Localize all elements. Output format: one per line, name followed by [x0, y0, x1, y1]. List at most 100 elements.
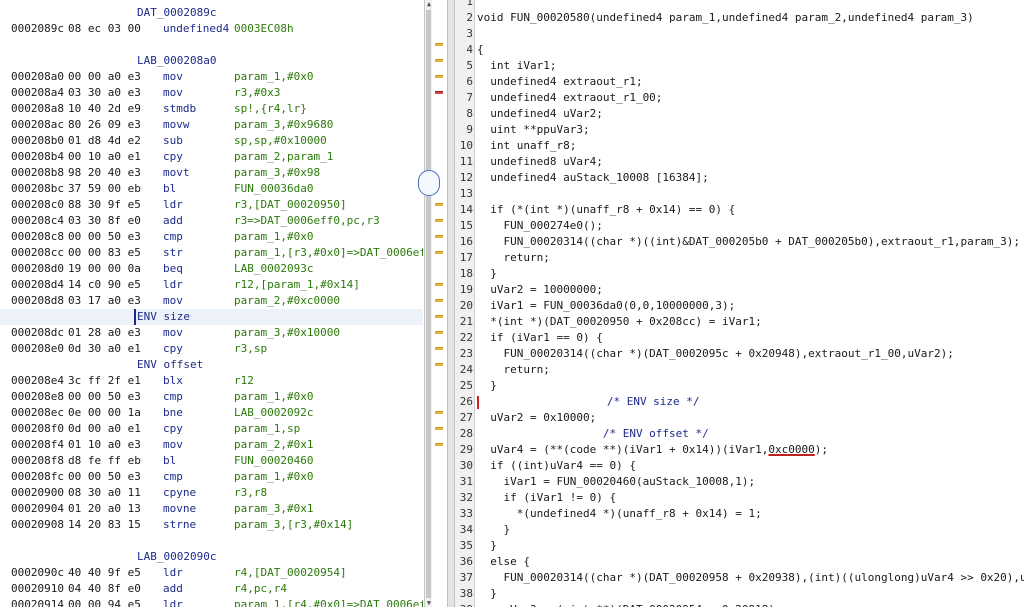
- instruction-mnemonic[interactable]: bl: [163, 181, 176, 197]
- code-text[interactable]: ppuVar3 = (uint **)(DAT_00020954 + 0x209…: [477, 602, 781, 607]
- code-text[interactable]: }: [477, 538, 497, 554]
- listing-pane[interactable]: DAT_0002089c 0002089c 08 ec 03 00 undefined…: [0, 0, 423, 607]
- splitter-handle[interactable]: [418, 170, 440, 196]
- instruction-address[interactable]: 000208c4: [11, 213, 64, 229]
- decompiler-line[interactable]: 10 int unaff_r8;: [455, 138, 1024, 154]
- instruction-operands[interactable]: r4,[DAT_00020954]: [234, 565, 347, 581]
- instruction-address[interactable]: 000208e0: [11, 341, 64, 357]
- instruction-operands[interactable]: r3,sp: [234, 341, 267, 357]
- instruction-mnemonic[interactable]: undefined4: [163, 21, 229, 37]
- pane-divider[interactable]: [447, 0, 455, 607]
- listing-instruction-row[interactable]: 000208a8 10 40 2d e9 stmdb sp!,{r4,lr}: [0, 101, 423, 117]
- listing-instruction-row[interactable]: 000208e4 3c ff 2f e1 blx r12: [0, 373, 423, 389]
- instruction-mnemonic[interactable]: beq: [163, 261, 183, 277]
- code-text[interactable]: int unaff_r8;: [477, 138, 576, 154]
- decompiler-line[interactable]: 6 undefined4 extraout_r1;: [455, 74, 1024, 90]
- instruction-operands[interactable]: sp,sp,#0x10000: [234, 133, 327, 149]
- instruction-mnemonic[interactable]: mov: [163, 69, 183, 85]
- code-text[interactable]: return;: [477, 362, 549, 378]
- instruction-address[interactable]: 000208e8: [11, 389, 64, 405]
- code-text[interactable]: uVar2 = 0x10000;: [477, 410, 596, 426]
- decompiler-line[interactable]: 22 if (iVar1 == 0) {: [455, 330, 1024, 346]
- instruction-mnemonic[interactable]: mov: [163, 325, 183, 341]
- code-text[interactable]: FUN_00020314((char *)(DAT_0002095c + 0x2…: [477, 346, 953, 362]
- bookmark-marker[interactable]: [435, 75, 443, 78]
- code-text[interactable]: }: [477, 586, 497, 602]
- code-text[interactable]: undefined8 uVar4;: [477, 154, 603, 170]
- bookmark-marker[interactable]: [435, 347, 443, 350]
- instruction-operands[interactable]: param_1,[r3,#0x0]=>DAT_0006eff0: [234, 245, 423, 261]
- instruction-address[interactable]: 000208d8: [11, 293, 64, 309]
- bookmark-marker[interactable]: [435, 59, 443, 62]
- instruction-address[interactable]: 00020914: [11, 597, 64, 607]
- code-text[interactable]: undefined4 uVar2;: [477, 106, 603, 122]
- scrollbar-thumb[interactable]: [426, 10, 431, 598]
- instruction-mnemonic[interactable]: ldr: [163, 565, 183, 581]
- code-text[interactable]: void FUN_00020580(undefined4 param_1,und…: [477, 10, 974, 26]
- decompiler-line[interactable]: 26 /* ENV size */: [455, 394, 1024, 410]
- bookmark-marker[interactable]: [435, 219, 443, 222]
- instruction-address[interactable]: 00020910: [11, 581, 64, 597]
- instruction-operands[interactable]: sp!,{r4,lr}: [234, 101, 307, 117]
- listing-instruction-row[interactable]: 0002089c 08 ec 03 00 undefined4 0003EC08h: [0, 21, 423, 37]
- instruction-mnemonic[interactable]: cmp: [163, 389, 183, 405]
- code-text[interactable]: if ((int)uVar4 == 0) {: [477, 458, 636, 474]
- code-text[interactable]: }: [477, 378, 497, 394]
- instruction-address[interactable]: 000208a8: [11, 101, 64, 117]
- code-text[interactable]: else {: [477, 554, 530, 570]
- instruction-operands[interactable]: r4,pc,r4: [234, 581, 287, 597]
- instruction-mnemonic[interactable]: movw: [163, 117, 190, 133]
- listing-instruction-row[interactable]: 000208a4 03 30 a0 e3 mov r3,#0x3: [0, 85, 423, 101]
- instruction-operands[interactable]: r12,[param_1,#0x14]: [234, 277, 360, 293]
- code-text[interactable]: return;: [477, 250, 549, 266]
- instruction-address[interactable]: 000208d0: [11, 261, 64, 277]
- listing-instruction-row[interactable]: 000208dc 01 28 a0 e3 mov param_3,#0x10000: [0, 325, 423, 341]
- decompiler-line[interactable]: 19 uVar2 = 10000000;: [455, 282, 1024, 298]
- decompiler-line[interactable]: 30 if ((int)uVar4 == 0) {: [455, 458, 1024, 474]
- decompiler-line[interactable]: 1: [455, 0, 1024, 10]
- decompiler-line[interactable]: 27 uVar2 = 0x10000;: [455, 410, 1024, 426]
- instruction-operands[interactable]: r3,#0x3: [234, 85, 280, 101]
- code-text[interactable]: *(int *)(DAT_00020950 + 0x208cc) = iVar1…: [477, 314, 762, 330]
- instruction-address[interactable]: 0002089c: [11, 21, 64, 37]
- cursor-marker[interactable]: [435, 91, 443, 94]
- decompiler-line[interactable]: 31 iVar1 = FUN_00020460(auStack_10008,1)…: [455, 474, 1024, 490]
- decompiler-line[interactable]: 8 undefined4 uVar2;: [455, 106, 1024, 122]
- listing-instruction-row[interactable]: 000208b4 00 10 a0 e1 cpy param_2,param_1: [0, 149, 423, 165]
- decompiler-line[interactable]: 3: [455, 26, 1024, 42]
- listing-instruction-row[interactable]: 000208d0 19 00 00 0a beq LAB_0002093c: [0, 261, 423, 277]
- instruction-address[interactable]: 000208c0: [11, 197, 64, 213]
- instruction-mnemonic[interactable]: cmp: [163, 469, 183, 485]
- instruction-address[interactable]: 000208dc: [11, 325, 64, 341]
- decompiler-line[interactable]: 17 return;: [455, 250, 1024, 266]
- instruction-mnemonic[interactable]: add: [163, 581, 183, 597]
- listing-label-row[interactable]: DAT_0002089c: [0, 5, 423, 21]
- listing-instruction-row[interactable]: 000208ac 80 26 09 e3 movw param_3,#0x9680: [0, 117, 423, 133]
- listing-blank-row[interactable]: [0, 37, 423, 53]
- instruction-address[interactable]: 000208a4: [11, 85, 64, 101]
- code-label[interactable]: DAT_0002089c: [137, 5, 216, 21]
- listing-instruction-row[interactable]: 000208c4 03 30 8f e0 add r3=>DAT_0006eff0,p…: [0, 213, 423, 229]
- instruction-mnemonic[interactable]: movt: [163, 165, 190, 181]
- instruction-address[interactable]: 000208e4: [11, 373, 64, 389]
- instruction-address[interactable]: 000208d4: [11, 277, 64, 293]
- instruction-mnemonic[interactable]: strne: [163, 517, 196, 533]
- decompiler-line[interactable]: 28 /* ENV offset */: [455, 426, 1024, 442]
- code-text[interactable]: if (*(int *)(unaff_r8 + 0x14) == 0) {: [477, 202, 735, 218]
- code-text[interactable]: FUN_00020314((char *)(DAT_00020958 + 0x2…: [477, 570, 1024, 586]
- decompiler-line[interactable]: 2 void FUN_00020580(undefined4 param_1,un…: [455, 10, 1024, 26]
- decompiler-line[interactable]: 37 FUN_00020314((char *)(DAT_00020958 + …: [455, 570, 1024, 586]
- listing-blank-row[interactable]: [0, 533, 423, 549]
- code-text[interactable]: /* ENV size */: [477, 394, 700, 410]
- instruction-operands[interactable]: r3,r8: [234, 485, 267, 501]
- listing-instruction-row[interactable]: 000208f0 0d 00 a0 e1 cpy param_1,sp: [0, 421, 423, 437]
- instruction-mnemonic[interactable]: cmp: [163, 229, 183, 245]
- instruction-mnemonic[interactable]: ldr: [163, 597, 183, 607]
- instruction-operands[interactable]: FUN_00036da0: [234, 181, 313, 197]
- instruction-operands[interactable]: 0003EC08h: [234, 21, 294, 37]
- instruction-mnemonic[interactable]: mov: [163, 293, 183, 309]
- instruction-operands[interactable]: param_2,param_1: [234, 149, 333, 165]
- bookmark-marker[interactable]: [435, 203, 443, 206]
- listing-label-row[interactable]: LAB_0002090c: [0, 549, 423, 565]
- code-text[interactable]: FUN_00020314((char *)((int)&DAT_000205b0…: [477, 234, 1020, 250]
